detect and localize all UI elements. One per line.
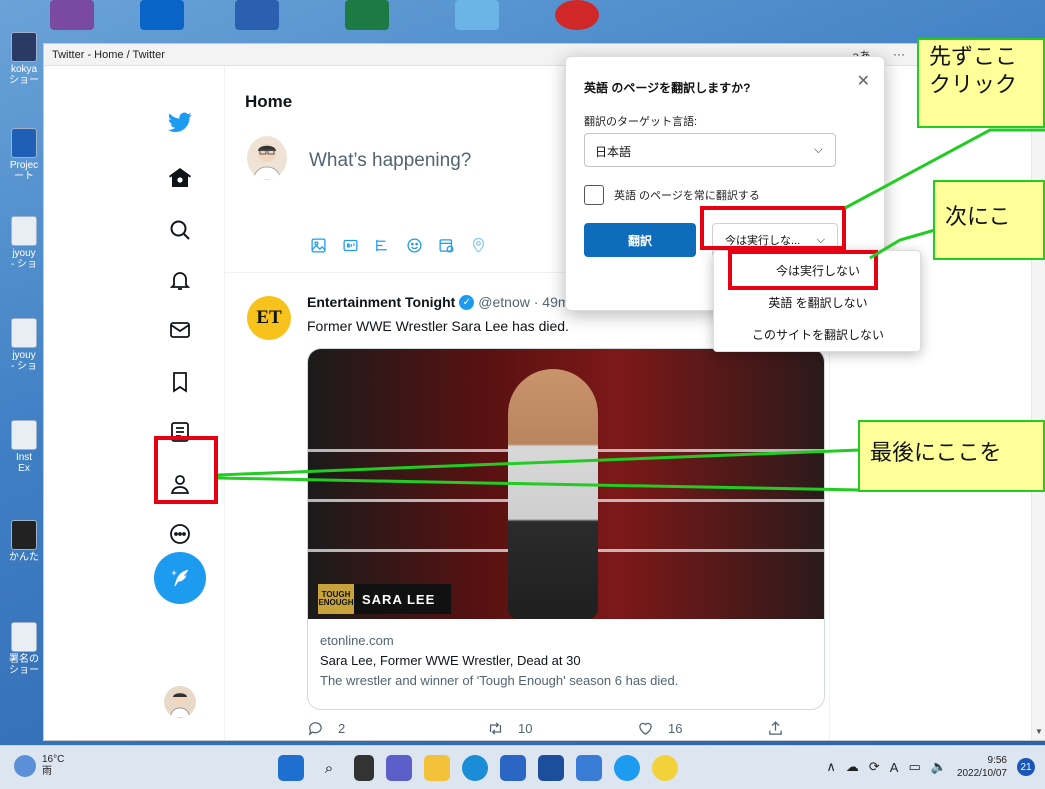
callout-next: 次にこ [933,180,1045,260]
volume-icon[interactable]: 🔈 [931,759,947,775]
ime-indicator[interactable]: A [890,760,899,775]
display-icon[interactable]: ▭ [908,759,920,775]
paint-icon[interactable] [652,755,678,781]
store-icon[interactable] [500,755,526,781]
system-tray: ∧ ☁ ⟳ A ▭ 🔈 9:56 2022/10/07 21 [826,754,1035,780]
callout-last: 最後にここを [858,420,1045,492]
callout-first: 先ずここ クリック [917,38,1045,128]
task-view-icon[interactable] [354,755,374,781]
notepad-icon[interactable] [576,755,602,781]
weather-temp: 16°C [42,754,65,765]
clock-date: 2022/10/07 [956,768,1007,779]
weather-icon [14,755,36,777]
start-icon[interactable] [278,755,304,781]
callout-leaders [217,128,1045,492]
calculator-icon[interactable] [538,755,564,781]
search-icon[interactable]: ⌕ [316,755,342,781]
taskbar-apps: ⌕ [278,755,678,781]
clock-time: 9:56 [987,755,1007,766]
taskbar: 16°C 雨 ⌕ ∧ ☁ ⟳ A ▭ 🔈 9:56 2022/10/07 21 [0,745,1045,789]
twitter-taskbar-icon[interactable] [614,755,640,781]
clock[interactable]: 9:56 2022/10/07 [957,754,1007,780]
notification-badge[interactable]: 21 [1017,758,1035,776]
chevron-up-icon[interactable]: ∧ [826,759,836,775]
file-explorer-icon[interactable] [424,755,450,781]
weather-widget[interactable]: 16°C 雨 [14,754,64,778]
edge-icon[interactable] [462,755,488,781]
network-icon[interactable]: ⟳ [869,759,880,775]
cloud-icon[interactable]: ☁ [846,759,859,775]
weather-condition: 雨 [42,766,52,777]
chat-icon[interactable] [386,755,412,781]
